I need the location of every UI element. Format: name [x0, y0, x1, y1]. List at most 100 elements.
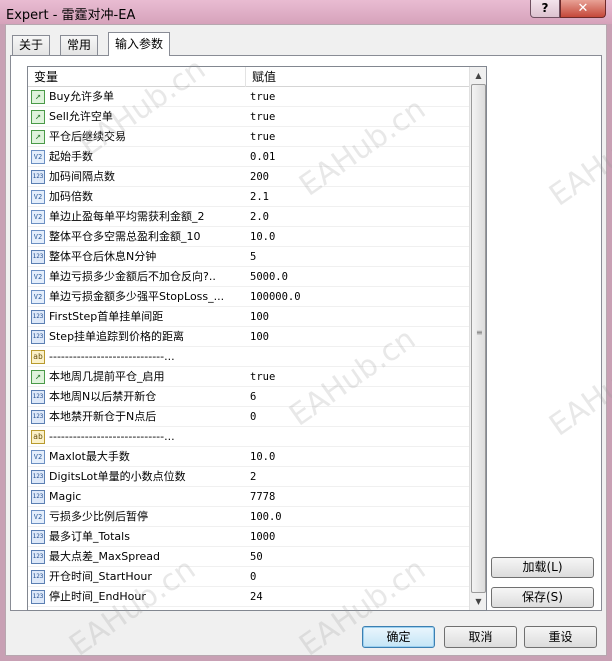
vertical-scrollbar[interactable]: ▲ ≡ ▼ — [469, 67, 486, 610]
parameter-value[interactable]: 1000 — [250, 527, 468, 547]
parameter-row[interactable]: V2 单边止盈每单平均需获利金额_2 2.0 — [28, 207, 469, 227]
double-type-icon: V2 — [31, 510, 45, 524]
integer-type-icon: 123 — [31, 330, 45, 344]
parameter-value[interactable]: true — [250, 87, 468, 107]
parameter-value[interactable] — [250, 427, 468, 447]
parameter-value[interactable]: 2 — [250, 467, 468, 487]
parameter-row[interactable]: 123 停止时间_EndHour 24 — [28, 587, 469, 607]
parameter-row[interactable]: 123 本地周N以后禁开新仓 6 — [28, 387, 469, 407]
parameter-name: 本地周几提前平仓_启用 — [49, 370, 165, 383]
scroll-thumb[interactable]: ≡ — [471, 84, 486, 593]
reset-button[interactable]: 重设 — [524, 626, 597, 648]
parameter-value[interactable]: 7778 — [250, 487, 468, 507]
parameter-name: 起始手数 — [49, 150, 93, 163]
parameter-name: 加码间隔点数 — [49, 170, 115, 183]
parameter-value[interactable]: true — [250, 107, 468, 127]
parameter-value[interactable]: 200 — [250, 167, 468, 187]
parameter-value[interactable]: 10.0 — [250, 227, 468, 247]
parameter-value[interactable]: 5 — [250, 247, 468, 267]
integer-type-icon: 123 — [31, 570, 45, 584]
boolean-type-icon: ↗ — [31, 370, 45, 384]
parameter-value[interactable]: 24 — [250, 587, 468, 607]
parameter-row[interactable]: V2 Maxlot最大手数 10.0 — [28, 447, 469, 467]
parameter-row[interactable]: 123 本地禁开新仓于N点后 0 — [28, 407, 469, 427]
integer-type-icon: 123 — [31, 250, 45, 264]
parameter-row[interactable]: 123 Magic 7778 — [28, 487, 469, 507]
parameter-row[interactable]: ab -----------------------------... — [28, 427, 469, 447]
parameter-row[interactable]: ab -----------------------------... — [28, 347, 469, 367]
integer-type-icon: 123 — [31, 170, 45, 184]
parameter-row[interactable]: V2 加码倍数 2.1 — [28, 187, 469, 207]
parameter-value[interactable]: true — [250, 127, 468, 147]
parameter-row[interactable]: 123 FirstStep首单挂单间距 100 — [28, 307, 469, 327]
parameter-row[interactable]: 123 Step挂单追踪到价格的距离 100 — [28, 327, 469, 347]
cancel-button[interactable]: 取消 — [444, 626, 517, 648]
title-bar[interactable]: Expert - 雷霆对冲-EA ? ✕ — [0, 0, 612, 24]
parameter-name: DigitsLot单量的小数点位数 — [49, 470, 186, 483]
parameter-name: Buy允许多单 — [49, 90, 115, 103]
parameter-value[interactable]: 100 — [250, 327, 468, 347]
load-button[interactable]: 加载(L) — [491, 557, 594, 578]
parameter-row[interactable]: 123 加码间隔点数 200 — [28, 167, 469, 187]
parameter-value[interactable]: 0 — [250, 567, 468, 587]
parameter-row[interactable]: ↗ Buy允许多单 true — [28, 87, 469, 107]
parameter-row[interactable]: 123 整体平仓后休息N分钟 5 — [28, 247, 469, 267]
parameter-value[interactable]: 0 — [250, 407, 468, 427]
parameter-row[interactable]: V2 起始手数 0.01 — [28, 147, 469, 167]
parameter-row[interactable]: 123 最多订单_Totals 1000 — [28, 527, 469, 547]
parameter-name: 本地禁开新仓于N点后 — [49, 410, 157, 423]
parameter-name: 平仓后继续交易 — [49, 130, 126, 143]
parameter-row[interactable]: V2 单边亏损金额多少强平StopLoss_... 100000.0 — [28, 287, 469, 307]
parameter-row[interactable]: ↗ 平仓后继续交易 true — [28, 127, 469, 147]
parameter-row[interactable]: V2 单边亏损多少金额后不加仓反向?.. 5000.0 — [28, 267, 469, 287]
double-type-icon: V2 — [31, 450, 45, 464]
parameter-name: Sell允许空单 — [49, 110, 113, 123]
grip-icon: ≡ — [476, 328, 483, 337]
ok-button[interactable]: 确定 — [362, 626, 435, 648]
tab-common[interactable]: 常用 — [60, 35, 99, 55]
help-button[interactable]: ? — [530, 0, 560, 18]
parameter-value[interactable]: 5000.0 — [250, 267, 468, 287]
window-title: Expert - 雷霆对冲-EA — [6, 8, 136, 23]
integer-type-icon: 123 — [31, 390, 45, 404]
parameter-value[interactable]: true — [250, 367, 468, 387]
parameter-name: -----------------------------... — [49, 430, 175, 443]
integer-type-icon: 123 — [31, 530, 45, 544]
integer-type-icon: 123 — [31, 590, 45, 604]
double-type-icon: V2 — [31, 210, 45, 224]
parameter-value[interactable]: 6 — [250, 387, 468, 407]
save-button[interactable]: 保存(S) — [491, 587, 594, 608]
parameter-row[interactable]: V2 整体平仓多空需总盈利金额_10 10.0 — [28, 227, 469, 247]
parameter-value[interactable]: 10.0 — [250, 447, 468, 467]
parameter-row[interactable]: ↗ 本地周几提前平仓_启用 true — [28, 367, 469, 387]
tab-inputs[interactable]: 输入参数 — [108, 32, 171, 56]
string-type-icon: ab — [31, 430, 45, 444]
column-header-value[interactable]: 赋值 — [246, 67, 469, 87]
parameter-name: Maxlot最大手数 — [49, 450, 130, 463]
parameter-row[interactable]: 123 开仓时间_StartHour 0 — [28, 567, 469, 587]
boolean-type-icon: ↗ — [31, 110, 45, 124]
scroll-up-icon[interactable]: ▲ — [470, 67, 486, 84]
parameter-value[interactable] — [250, 347, 468, 367]
close-button[interactable]: ✕ — [560, 0, 606, 18]
parameter-value[interactable]: 2.1 — [250, 187, 468, 207]
parameter-row[interactable]: 123 最大点差_MaxSpread 50 — [28, 547, 469, 567]
parameter-value[interactable]: 100000.0 — [250, 287, 468, 307]
dialog-body: 关于 常用 输入参数 变量 赋值 ↗ Buy允许多单 true ↗ Sell允许空单 tr… — [5, 24, 607, 656]
parameter-value[interactable]: 100 — [250, 307, 468, 327]
parameter-value[interactable]: 100.0 — [250, 507, 468, 527]
integer-type-icon: 123 — [31, 310, 45, 324]
parameter-name: 停止时间_EndHour — [49, 590, 146, 603]
grid-header: 变量 赋值 — [28, 67, 469, 87]
parameter-row[interactable]: ↗ Sell允许空单 true — [28, 107, 469, 127]
scroll-down-icon[interactable]: ▼ — [470, 593, 486, 610]
parameter-value[interactable]: 50 — [250, 547, 468, 567]
column-header-variable[interactable]: 变量 — [28, 67, 246, 87]
tab-about[interactable]: 关于 — [12, 35, 51, 55]
parameter-name: Magic — [49, 490, 82, 503]
parameter-row[interactable]: 123 DigitsLot单量的小数点位数 2 — [28, 467, 469, 487]
parameter-row[interactable]: V2 亏损多少比例后暂停 100.0 — [28, 507, 469, 527]
parameter-value[interactable]: 0.01 — [250, 147, 468, 167]
string-type-icon: ab — [31, 350, 45, 364]
parameter-value[interactable]: 2.0 — [250, 207, 468, 227]
